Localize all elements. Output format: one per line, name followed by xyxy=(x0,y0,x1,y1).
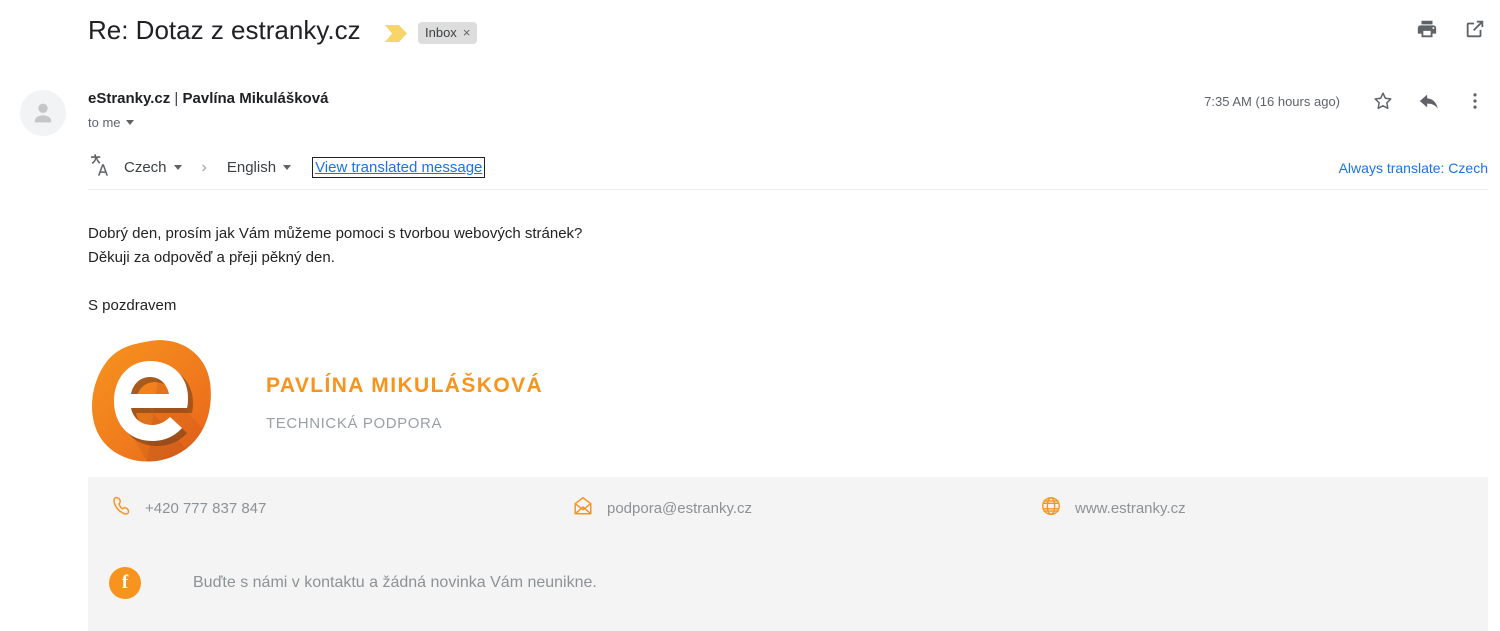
phone-number[interactable]: +420 777 837 847 xyxy=(145,500,266,517)
message-timestamp: 7:35 AM (16 hours ago) xyxy=(1204,94,1340,109)
recipients-label: to me xyxy=(88,115,121,130)
message-toolbar xyxy=(1416,18,1486,40)
sender-row: eStranky.cz | Pavlína Mikulášková to me … xyxy=(0,72,1500,136)
chevron-down-icon[interactable] xyxy=(125,120,134,125)
message-line-2: Děkuji za odpověď a přeji pěkný den. xyxy=(88,249,335,266)
target-language-select[interactable]: English xyxy=(226,159,292,176)
target-language-label: English xyxy=(226,159,277,176)
translate-icon xyxy=(88,153,124,182)
sender-name[interactable]: eStranky.cz | Pavlína Mikulášková xyxy=(88,90,328,107)
email-message-view: Re: Dotaz z estranky.cz Inbox × eStranky… xyxy=(0,0,1500,631)
signature-name: PAVLÍNA MIKULÁŠKOVÁ xyxy=(266,374,544,397)
open-in-new-window-icon[interactable] xyxy=(1464,18,1486,40)
source-language-label: Czech xyxy=(124,159,167,176)
phone-icon xyxy=(110,495,132,522)
signature-footer-panel: +420 777 837 847 podpora@estranky.cz www… xyxy=(88,477,1488,631)
important-marker-icon[interactable] xyxy=(385,25,407,42)
message-line-1: Dobrý den, prosím jak Vám můžeme pomoci … xyxy=(88,225,583,242)
close-icon[interactable]: × xyxy=(463,22,471,44)
website-url[interactable]: www.estranky.cz xyxy=(1075,500,1186,517)
avatar[interactable] xyxy=(20,90,66,136)
page-title: Re: Dotaz z estranky.cz xyxy=(88,15,361,45)
social-row: f Buďte s námi v kontaktu a žádná novink… xyxy=(88,567,597,599)
message-body: Dobrý den, prosím jak Vám můžeme pomoci … xyxy=(88,222,582,318)
social-tagline: Buďte s námi v kontaktu a žádná novinka … xyxy=(193,574,597,591)
facebook-icon[interactable]: f xyxy=(109,567,141,599)
contact-website: www.estranky.cz xyxy=(1040,495,1186,522)
language-direction-arrow: › xyxy=(201,158,207,176)
subject-row: Re: Dotaz z estranky.cz Inbox × xyxy=(0,0,1500,66)
recipients-toggle[interactable]: to me xyxy=(88,115,134,130)
chevron-down-icon[interactable] xyxy=(283,165,292,170)
reply-icon[interactable] xyxy=(1418,90,1440,117)
contact-phone: +420 777 837 847 xyxy=(110,495,266,522)
star-icon[interactable] xyxy=(1372,90,1394,117)
message-actions xyxy=(1372,90,1486,117)
sender-person: Pavlína Mikulášková xyxy=(182,90,329,107)
view-translated-message-link[interactable]: View translated message xyxy=(312,157,486,178)
email-signature: PAVLÍNA MIKULÁŠKOVÁ TECHNICKÁ PODPORA xyxy=(88,338,1488,468)
estranky-logo-icon xyxy=(88,338,214,468)
translate-bar: Czech › English View translated message … xyxy=(88,146,1488,190)
always-translate-link[interactable]: Always translate: Czech xyxy=(1339,160,1488,176)
chevron-down-icon[interactable] xyxy=(173,165,182,170)
email-address[interactable]: podpora@estranky.cz xyxy=(607,500,752,517)
default-avatar-icon xyxy=(34,103,52,123)
sender-separator: | xyxy=(170,90,183,107)
sender-org: eStranky.cz xyxy=(88,90,171,107)
print-icon[interactable] xyxy=(1416,18,1438,40)
signature-texts: PAVLÍNA MIKULÁŠKOVÁ TECHNICKÁ PODPORA xyxy=(266,374,543,432)
signature-header: PAVLÍNA MIKULÁŠKOVÁ TECHNICKÁ PODPORA xyxy=(88,338,1488,468)
signature-role: TECHNICKÁ PODPORA xyxy=(266,415,443,432)
message-line-3: S pozdravem xyxy=(88,297,177,314)
contact-row: +420 777 837 847 podpora@estranky.cz www… xyxy=(88,489,1488,535)
contact-email: podpora@estranky.cz xyxy=(572,495,752,522)
envelope-icon xyxy=(572,495,594,522)
globe-icon xyxy=(1040,495,1062,522)
source-language-select[interactable]: Czech xyxy=(124,159,182,176)
label-chip-inbox[interactable]: Inbox × xyxy=(418,22,478,44)
label-chip-label: Inbox xyxy=(425,25,457,40)
more-options-icon[interactable] xyxy=(1464,90,1486,117)
